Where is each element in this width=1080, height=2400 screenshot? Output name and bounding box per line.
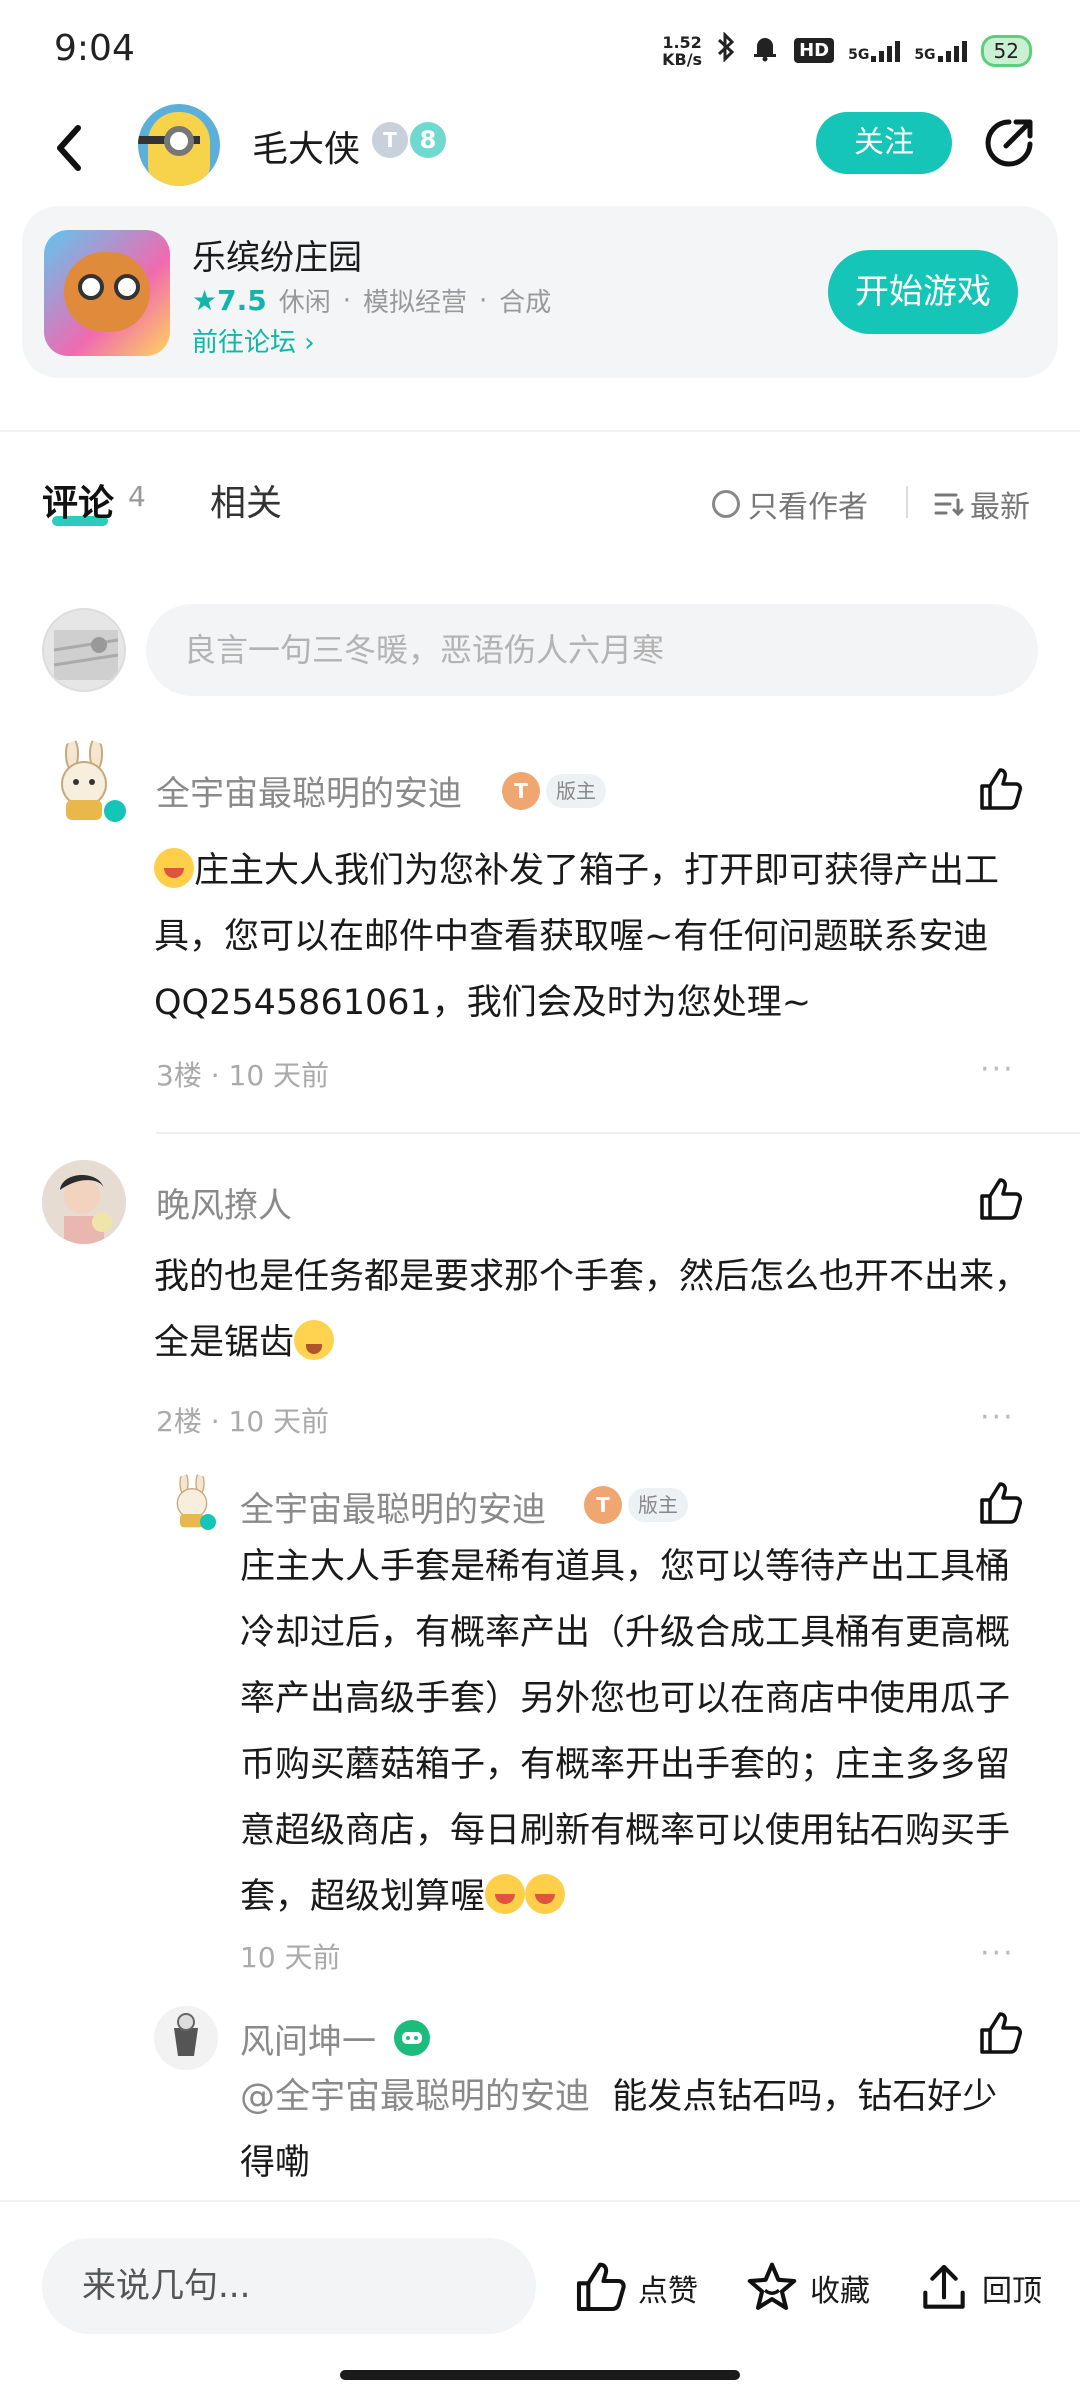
sort-icon (934, 493, 964, 517)
game-meta: ★7.5 休闲 · 模拟经营 · 合成 (192, 282, 551, 319)
author-name[interactable]: 毛大侠 (252, 120, 360, 172)
game-tag: 合成 (499, 288, 552, 318)
comment-tabs: 评论 4 相关 只看作者 最新 (0, 460, 1080, 540)
section-divider (0, 430, 1080, 432)
level-badge: T (502, 772, 540, 810)
comment-divider (156, 1132, 1080, 1134)
more-options-button[interactable]: ··· (980, 1052, 1015, 1087)
reply-author-name[interactable]: 全宇宙最聪明的安迪 (240, 1482, 546, 1531)
like-label: 点赞 (638, 2274, 698, 2309)
status-time: 9:04 (54, 28, 135, 69)
back-to-top-button[interactable]: 回顶 (916, 2260, 1042, 2316)
like-button[interactable] (976, 2010, 1024, 2058)
like-button[interactable] (976, 766, 1024, 814)
status-icons: 1.52 KB/s HD 5G 5G 52 (662, 31, 1032, 69)
game-controller-badge-icon (394, 2020, 430, 2056)
star-icon (747, 2262, 797, 2310)
favorite-label: 收藏 (810, 2274, 870, 2309)
tag-separator: · (479, 285, 488, 316)
like-post-button[interactable]: 点赞 (572, 2260, 698, 2316)
like-button[interactable] (976, 1480, 1024, 1528)
commenter-name[interactable]: 晚风撩人 (156, 1178, 292, 1227)
tab-comments[interactable]: 评论 (42, 474, 114, 526)
commenter-avatar[interactable] (42, 1160, 126, 1244)
only-author-label: 只看作者 (748, 490, 868, 525)
comment-floor-time: 2楼 · 10 天前 (156, 1405, 330, 1438)
comment-floor-time: 3楼 · 10 天前 (156, 1059, 330, 1092)
game-tag: 休闲 (278, 288, 331, 318)
comment-count: 4 (128, 480, 146, 513)
my-avatar (42, 608, 126, 692)
smiling-emoji-icon (485, 1874, 526, 1914)
chevron-left-icon (57, 125, 81, 171)
alarm-bell-icon (750, 32, 780, 69)
only-author-toggle[interactable]: 只看作者 (712, 482, 868, 526)
reply-input[interactable]: 来说几句... (42, 2238, 536, 2334)
upload-arrow-icon (923, 2264, 965, 2309)
bluetooth-icon (716, 31, 736, 69)
tab-divider (906, 486, 908, 518)
sort-label: 最新 (970, 490, 1030, 525)
thumbs-up-icon (980, 768, 1022, 810)
game-score: ★7.5 (192, 284, 267, 317)
level-badge: T (584, 1486, 622, 1524)
comment-input[interactable]: 良言一句三冬暖，恶语伤人六月寒 (146, 604, 1038, 696)
network-speed: 1.52 KB/s (662, 32, 703, 69)
verified-badge (200, 1514, 216, 1530)
thumbs-up-icon (576, 2262, 626, 2312)
top-label: 回顶 (982, 2274, 1042, 2309)
game-tag: 模拟经营 (362, 288, 467, 318)
forum-link[interactable]: 前往论坛 › (192, 322, 315, 359)
reply-time: 10 天前 (240, 1941, 341, 1974)
smiling-emoji-icon (525, 1874, 566, 1914)
commenter-name[interactable]: 全宇宙最聪明的安迪 (156, 766, 462, 815)
game-name[interactable]: 乐缤纷庄园 (192, 230, 362, 279)
like-button[interactable] (976, 1176, 1024, 1224)
comment-text: 庄主大人我们为您补发了箱子，打开即可获得产出工具，您可以在邮件中查看获取喔~有任… (154, 838, 1034, 1036)
radio-icon (712, 490, 740, 518)
tab-related[interactable]: 相关 (210, 474, 282, 526)
reply-avatar[interactable] (154, 2006, 218, 2070)
sort-button[interactable]: 最新 (934, 482, 1030, 526)
thumbs-up-icon (980, 1178, 1022, 1220)
battery-indicator: 52 (980, 34, 1032, 67)
game-icon[interactable] (44, 230, 170, 356)
rank-badge: 8 (410, 122, 446, 158)
mention-link[interactable]: @全宇宙最聪明的安迪 (240, 2077, 590, 2117)
follow-button[interactable]: 关注 (816, 112, 952, 174)
share-button[interactable] (980, 114, 1038, 172)
home-indicator[interactable] (340, 2370, 740, 2380)
favorite-button[interactable]: 收藏 (744, 2260, 870, 2316)
verified-badge (104, 800, 126, 822)
level-badge: T (372, 122, 408, 158)
signal-1-icon: 5G (848, 40, 901, 62)
reply-text: @全宇宙最聪明的安迪 能发点钻石吗，钻石好少得嘞 (240, 2077, 998, 2183)
back-button[interactable] (48, 120, 92, 176)
game-card[interactable]: 乐缤纷庄园 ★7.5 休闲 · 模拟经营 · 合成 前往论坛 › 开始游戏 (22, 206, 1058, 378)
more-options-button[interactable]: ··· (980, 1936, 1015, 1971)
reply-text: 庄主大人手套是稀有道具，您可以等待产出工具桶冷却过后，有概率产出（升级合成工具桶… (240, 1547, 1011, 1917)
share-icon (985, 119, 1033, 167)
status-bar: 9:04 1.52 KB/s HD 5G 5G 52 (0, 0, 1080, 100)
crying-emoji-icon (294, 1320, 335, 1360)
smiling-emoji-icon (154, 848, 194, 888)
signal-2-icon: 5G (914, 40, 967, 62)
comment-text: 我的也是任务都是要求那个手套，然后怎么也开不出来，全是锯齿 (154, 1257, 1030, 1363)
author-avatar[interactable] (138, 104, 220, 186)
moderator-badge: 版主 (628, 1488, 688, 1522)
thumbs-up-icon (980, 2012, 1022, 2054)
more-options-button[interactable]: ··· (980, 1400, 1015, 1435)
thumbs-up-icon (980, 1482, 1022, 1524)
moderator-badge: 版主 (546, 774, 606, 808)
reply-author-name[interactable]: 风间坤一 (240, 2014, 376, 2063)
top-navigation: 毛大侠 T 8 关注 (0, 100, 1080, 196)
start-game-button[interactable]: 开始游戏 (828, 250, 1018, 334)
tag-separator: · (342, 285, 351, 316)
hd-voice-icon: HD (794, 38, 835, 63)
